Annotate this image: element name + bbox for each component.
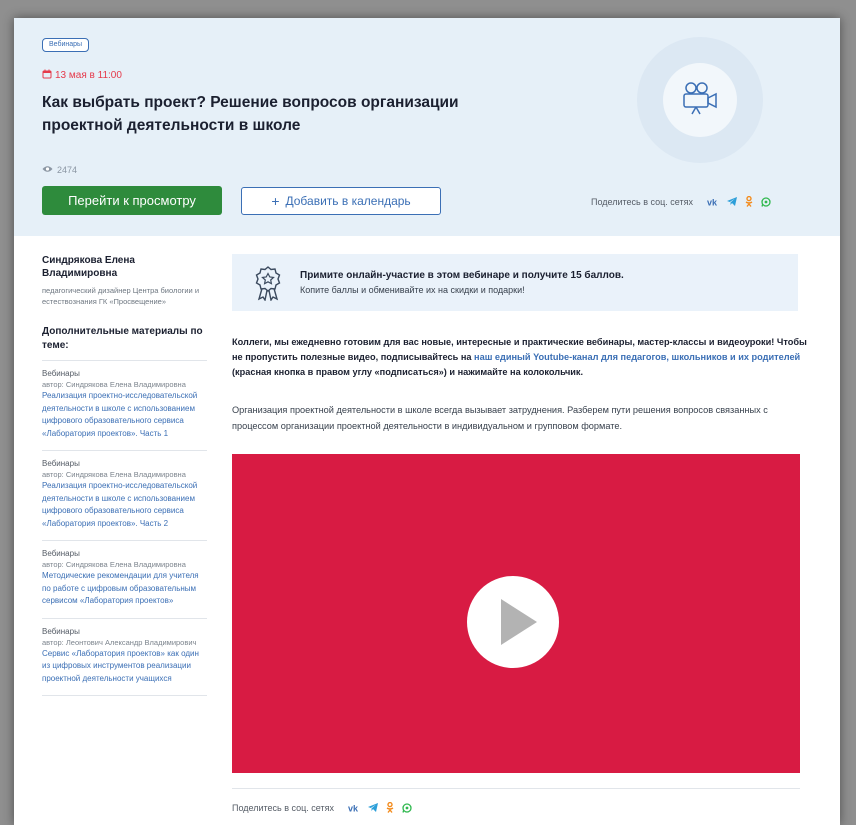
- material-category: Вебинары: [42, 549, 80, 558]
- intro-text-end: (красная кнопка в правом углу «подписать…: [232, 367, 584, 377]
- promo-headline: Примите онлайн-участие в этом вебинаре и…: [300, 270, 624, 281]
- odnoklassniki-icon[interactable]: [744, 196, 755, 207]
- webinar-hero: Вебинары 13 мая в 11:00 Как выбрать прое…: [14, 18, 840, 236]
- category-badge[interactable]: Вебинары: [42, 38, 90, 52]
- divider: [232, 788, 800, 789]
- share-label: Поделитесь в соц. сетях: [232, 802, 334, 813]
- promo-text: Примите онлайн-участие в этом вебинаре и…: [300, 268, 624, 297]
- related-material-item[interactable]: Вебинары автор: Синдрякова Елена Владими…: [42, 451, 207, 541]
- event-date-text: 13 мая в 11:00: [55, 70, 122, 81]
- material-category: Вебинары: [42, 459, 80, 468]
- page-frame: Вебинары 13 мая в 11:00 Как выбрать прое…: [14, 18, 840, 825]
- add-to-calendar-button[interactable]: + Добавить в календарь: [241, 187, 441, 215]
- material-author: автор: Синдрякова Елена Владимировна: [42, 380, 186, 389]
- related-materials-title: Дополнительные материалы по теме:: [42, 325, 207, 361]
- share-bar-top: Поделитесь в соц. сетях vk: [591, 196, 772, 207]
- play-icon: [501, 599, 537, 645]
- whatsapp-icon[interactable]: [761, 196, 772, 207]
- vk-icon[interactable]: vk: [348, 802, 362, 813]
- material-author: автор: Синдрякова Елена Владимировна: [42, 470, 186, 479]
- page-title: Как выбрать проект? Решение вопросов орг…: [42, 94, 459, 134]
- video-player[interactable]: [232, 454, 800, 773]
- event-date: 13 мая в 11:00: [42, 69, 122, 82]
- youtube-channel-link[interactable]: наш единый Youtube-канал для педагогов, …: [474, 352, 800, 362]
- svg-text:vk: vk: [707, 198, 718, 206]
- webinar-badge-circle: [663, 63, 737, 137]
- video-camera-icon: [681, 81, 719, 120]
- intro-paragraph: Коллеги, мы ежедневно готовим для вас но…: [232, 335, 808, 380]
- calendar-icon: [42, 69, 52, 82]
- material-link[interactable]: Сервис «Лаборатория проектов» как один и…: [42, 648, 207, 686]
- material-category: Вебинары: [42, 369, 80, 378]
- sidebar: Синдрякова Елена Владимировна педагогиче…: [42, 254, 207, 696]
- related-material-item[interactable]: Вебинары автор: Леонтович Александр Влад…: [42, 619, 207, 696]
- material-author: автор: Леонтович Александр Владимирович: [42, 637, 197, 647]
- play-button[interactable]: [467, 576, 559, 668]
- watch-button[interactable]: Перейти к просмотру: [42, 186, 222, 215]
- view-counter: 2474: [42, 165, 77, 175]
- material-link[interactable]: Реализация проектно-исследовательской де…: [42, 390, 207, 440]
- share-label: Поделитесь в соц. сетях: [591, 196, 693, 207]
- promo-subline: Копите баллы и обменивайте их на скидки …: [300, 285, 525, 295]
- author-name[interactable]: Синдрякова Елена Владимировна: [42, 254, 207, 280]
- material-category: Вебинары: [42, 626, 80, 636]
- view-count: 2474: [57, 165, 78, 175]
- points-promo-banner: Примите онлайн-участие в этом вебинаре и…: [232, 254, 798, 311]
- description-paragraph: Организация проектной деятельности в шко…: [232, 405, 768, 431]
- odnoklassniki-icon[interactable]: [385, 802, 396, 813]
- vk-icon[interactable]: vk: [707, 196, 721, 207]
- eye-icon: [42, 165, 53, 175]
- material-author: автор: Синдрякова Елена Владимировна: [42, 560, 186, 569]
- telegram-icon[interactable]: [368, 802, 379, 813]
- whatsapp-icon[interactable]: [402, 802, 413, 813]
- share-bar-bottom: Поделитесь в соц. сетях vk: [232, 802, 413, 813]
- telegram-icon[interactable]: [727, 196, 738, 207]
- related-material-item[interactable]: Вебинары автор: Синдрякова Елена Владими…: [42, 541, 207, 619]
- svg-text:vk: vk: [348, 804, 359, 812]
- material-link[interactable]: Реализация проектно-исследовательской де…: [42, 480, 207, 530]
- add-to-calendar-label: Добавить в календарь: [285, 194, 411, 208]
- plus-icon: +: [271, 193, 280, 209]
- author-role: педагогический дизайнер Центра биологии …: [42, 286, 200, 306]
- related-material-item[interactable]: Вебинары автор: Синдрякова Елена Владими…: [42, 361, 207, 451]
- award-ribbon-icon: [254, 265, 282, 302]
- material-link[interactable]: Методические рекомендации для учителя по…: [42, 570, 207, 608]
